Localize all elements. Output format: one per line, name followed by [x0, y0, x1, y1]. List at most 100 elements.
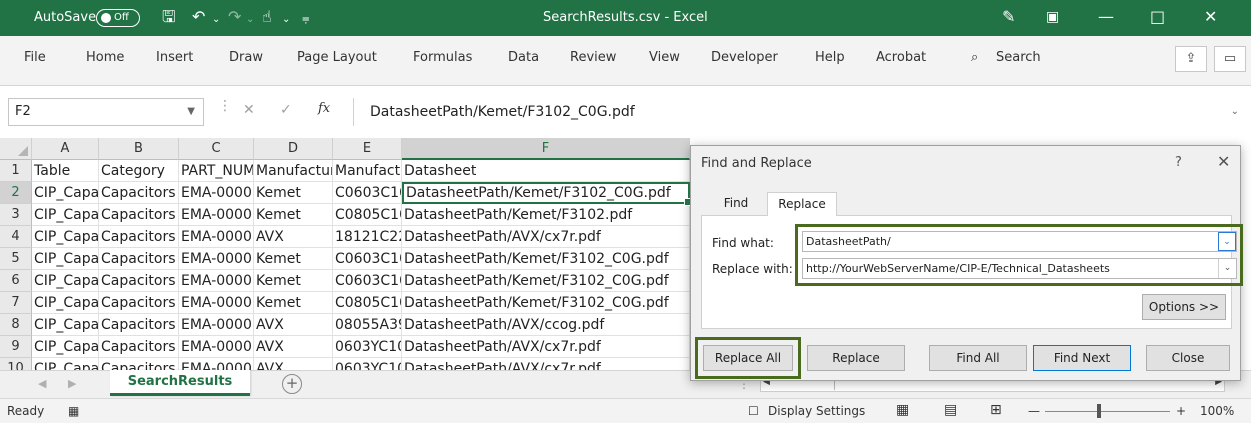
name-box[interactable]: F2 ▼ — [8, 98, 204, 126]
row-header-2[interactable]: 2 — [0, 182, 32, 204]
zoom-in-icon[interactable]: + — [1176, 404, 1186, 418]
row-header-4[interactable]: 4 — [0, 226, 32, 248]
cell-e10[interactable]: 0603YC10 — [333, 358, 402, 370]
cell-f4[interactable]: DatasheetPath/AVX/cx7r.pdf — [402, 226, 690, 248]
search-icon[interactable]: ⌕ — [971, 50, 978, 65]
redo-icon[interactable]: ↷ — [228, 8, 241, 26]
cancel-icon[interactable]: ✕ — [243, 102, 255, 118]
tab-help[interactable]: Help — [815, 50, 845, 65]
cell-b3[interactable]: Capacitors — [99, 204, 179, 226]
redo-dropdown-icon[interactable]: ⌄ — [246, 11, 254, 29]
tab-insert[interactable]: Insert — [156, 50, 193, 65]
cell-c2[interactable]: EMA-0000 — [179, 182, 254, 204]
cell-a9[interactable]: CIP_Capacitors — [32, 336, 99, 358]
cell-f2[interactable]: DatasheetPath/Kemet/F3102_C0G.pdf — [402, 182, 690, 206]
tab-replace[interactable]: Replace — [767, 192, 837, 216]
cell-b6[interactable]: Capacitors — [99, 270, 179, 292]
column-header-d[interactable]: D — [254, 138, 333, 160]
cell-b7[interactable]: Capacitors — [99, 292, 179, 314]
cell-c3[interactable]: EMA-0000 — [179, 204, 254, 226]
autosave-toggle[interactable]: Off — [96, 9, 140, 27]
minimize-icon[interactable]: — — [1098, 8, 1114, 26]
cell-b4[interactable]: Capacitors — [99, 226, 179, 248]
cell-b9[interactable]: Capacitors — [99, 336, 179, 358]
cell-f10[interactable]: DatasheetPath/AVX/cx7r.pdf — [402, 358, 690, 370]
macro-record-icon[interactable]: ▦ — [68, 404, 79, 418]
find-all-button[interactable]: Find All — [929, 345, 1027, 371]
column-header-f[interactable]: F — [402, 138, 690, 160]
cell-e7[interactable]: C0805C10 — [333, 292, 402, 314]
row-header-3[interactable]: 3 — [0, 204, 32, 226]
close-window-icon[interactable]: ✕ — [1204, 8, 1217, 26]
cell-c4[interactable]: EMA-0000 — [179, 226, 254, 248]
cell-a6[interactable]: CIP_Capacitors — [32, 270, 99, 292]
share-icon[interactable]: ⇪ — [1175, 46, 1207, 72]
tab-home[interactable]: Home — [86, 50, 124, 65]
tab-data[interactable]: Data — [508, 50, 539, 65]
cell-c5[interactable]: EMA-0000 — [179, 248, 254, 270]
cell-d6[interactable]: Kemet — [254, 270, 333, 292]
zoom-level[interactable]: 100% — [1200, 404, 1234, 418]
cell-c6[interactable]: EMA-0000 — [179, 270, 254, 292]
column-header-b[interactable]: B — [99, 138, 179, 160]
touch-dropdown-icon[interactable]: ⌄ — [282, 11, 290, 29]
tab-view[interactable]: View — [649, 50, 680, 65]
help-icon[interactable]: ? — [1175, 155, 1182, 170]
sheet-tab-searchresults[interactable]: SearchResults — [110, 370, 250, 396]
cell-a3[interactable]: CIP_Capacitors — [32, 204, 99, 226]
tab-page-layout[interactable]: Page Layout — [297, 50, 377, 65]
tab-review[interactable]: Review — [570, 50, 616, 65]
pen-icon[interactable]: ✎ — [1002, 8, 1015, 26]
worksheet-grid[interactable]: ABCDEF1TableCategoryPART_NUMBERManufactu… — [0, 138, 690, 370]
options-button[interactable]: Options >> — [1142, 294, 1226, 320]
cell-a4[interactable]: CIP_Capacitors — [32, 226, 99, 248]
dialog-close-icon[interactable]: ✕ — [1217, 152, 1230, 171]
enter-icon[interactable]: ✓ — [280, 102, 292, 118]
maximize-icon[interactable]: □ — [1150, 8, 1165, 26]
display-settings-label[interactable]: Display Settings — [768, 404, 865, 418]
cell-a1[interactable]: Table — [32, 160, 99, 182]
cell-b5[interactable]: Capacitors — [99, 248, 179, 270]
column-header-c[interactable]: C — [179, 138, 254, 160]
find-next-button[interactable]: Find Next — [1033, 345, 1131, 371]
row-header-7[interactable]: 7 — [0, 292, 32, 314]
cell-e6[interactable]: C0603C10 — [333, 270, 402, 292]
customize-qat-icon[interactable]: ⩦ — [302, 10, 310, 28]
select-all-corner[interactable] — [0, 138, 32, 160]
cell-b10[interactable]: Capacitors — [99, 358, 179, 370]
row-header-8[interactable]: 8 — [0, 314, 32, 336]
prev-sheet-icon[interactable]: ◀ — [38, 377, 46, 390]
row-header-10[interactable]: 10 — [0, 358, 32, 370]
page-layout-view-icon[interactable]: ▤ — [944, 402, 957, 418]
normal-view-icon[interactable]: ▦ — [896, 402, 909, 418]
cell-a10[interactable]: CIP_Capacitors — [32, 358, 99, 370]
cell-b2[interactable]: Capacitors — [99, 182, 179, 204]
cell-d1[interactable]: Manufacturer — [254, 160, 333, 182]
cell-d8[interactable]: AVX — [254, 314, 333, 336]
zoom-slider[interactable] — [1045, 411, 1170, 412]
cell-e3[interactable]: C0805C10 — [333, 204, 402, 226]
tell-me-search[interactable]: Search — [996, 50, 1041, 65]
cell-a8[interactable]: CIP_Capacitors — [32, 314, 99, 336]
row-header-6[interactable]: 6 — [0, 270, 32, 292]
cell-d2[interactable]: Kemet — [254, 182, 333, 204]
name-box-dropdown-icon[interactable]: ▼ — [187, 99, 195, 125]
row-header-5[interactable]: 5 — [0, 248, 32, 270]
tab-draw[interactable]: Draw — [229, 50, 263, 65]
zoom-out-icon[interactable]: — — [1028, 404, 1040, 418]
display-settings-icon[interactable]: ☐ — [748, 404, 759, 418]
cell-d3[interactable]: Kemet — [254, 204, 333, 226]
cell-c1[interactable]: PART_NUMBER — [179, 160, 254, 182]
cell-f8[interactable]: DatasheetPath/AVX/ccog.pdf — [402, 314, 690, 336]
close-button[interactable]: Close — [1146, 345, 1230, 371]
cell-c7[interactable]: EMA-0000 — [179, 292, 254, 314]
tab-acrobat[interactable]: Acrobat — [876, 50, 926, 65]
replace-button[interactable]: Replace — [807, 345, 905, 371]
cell-f7[interactable]: DatasheetPath/Kemet/F3102_C0G.pdf — [402, 292, 690, 314]
formula-input[interactable]: DatasheetPath/Kemet/F3102_C0G.pdf ⌄ — [353, 98, 1243, 126]
undo-icon[interactable]: ↶ — [192, 8, 205, 26]
zoom-slider-thumb[interactable] — [1097, 404, 1101, 418]
row-header-1[interactable]: 1 — [0, 160, 32, 182]
cell-d10[interactable]: AVX — [254, 358, 333, 370]
cell-e1[interactable]: Manufacturer — [333, 160, 402, 182]
